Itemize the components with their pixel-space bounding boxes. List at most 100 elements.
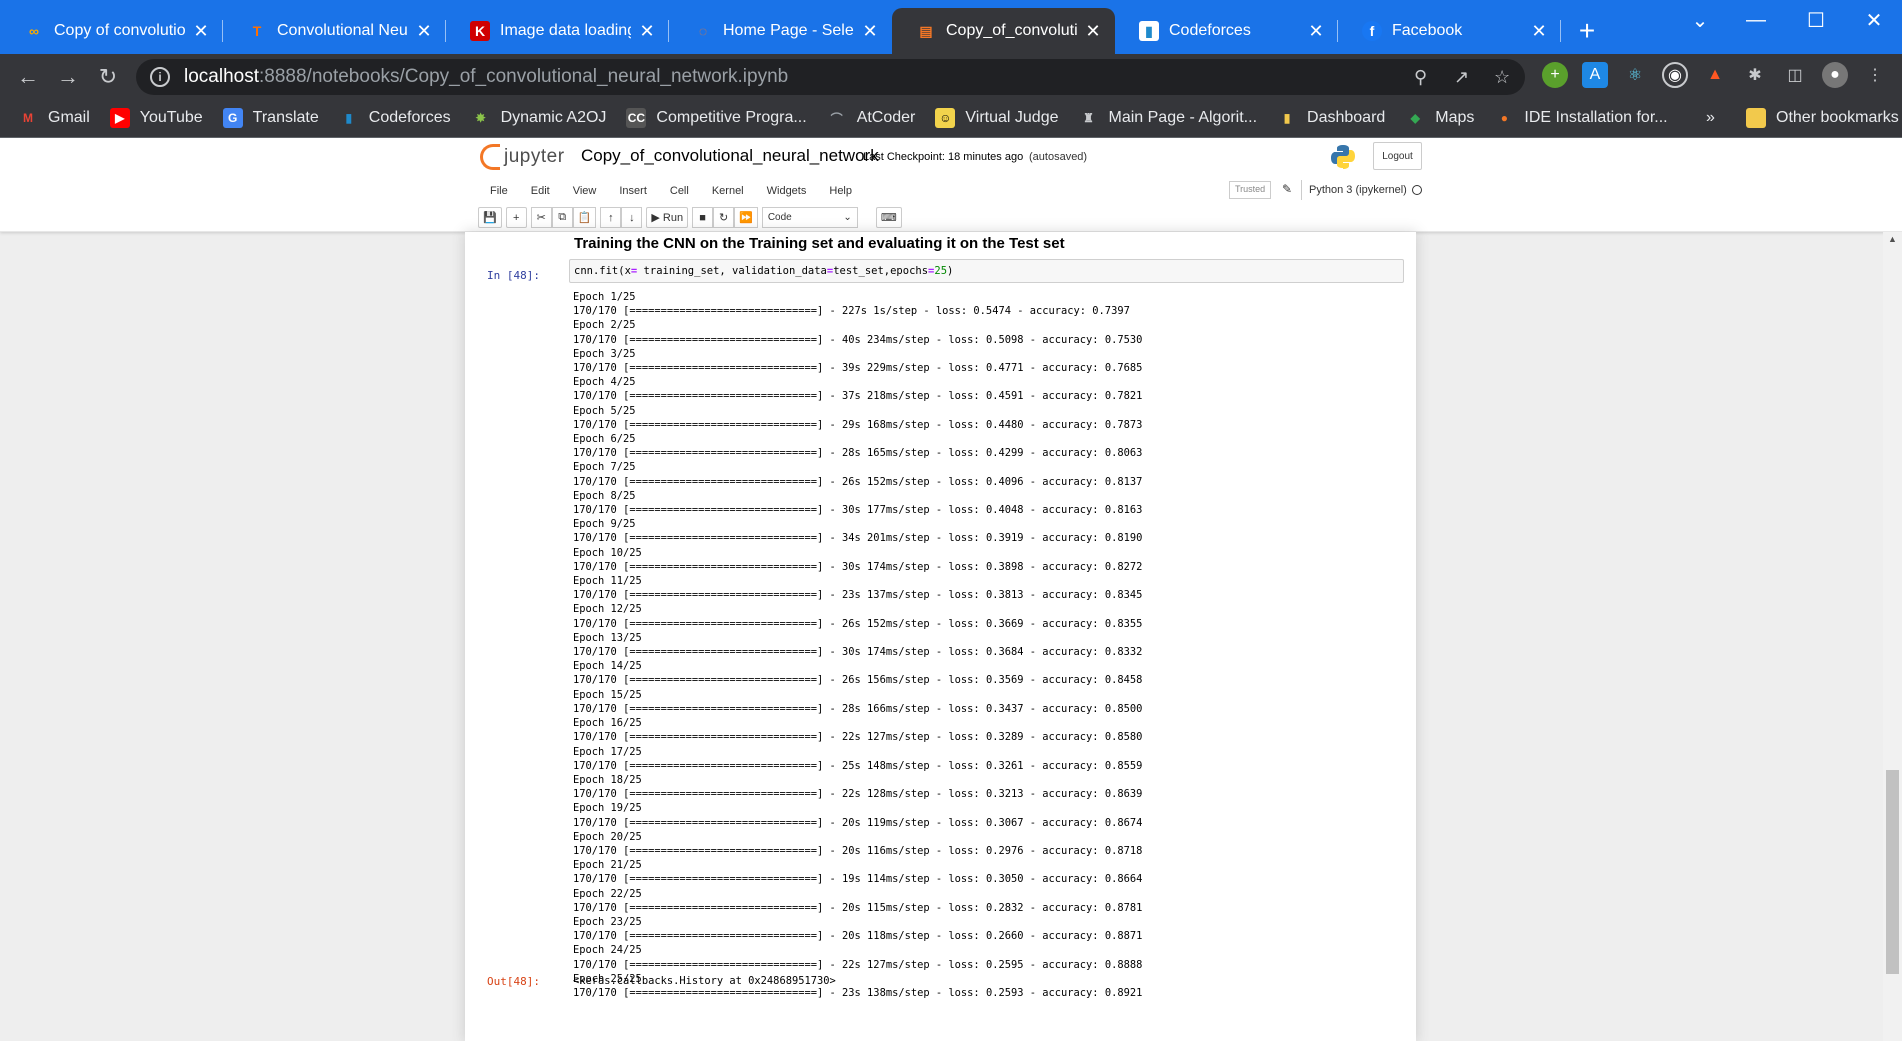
youtube-icon: ▶ [109,108,130,128]
back-arrow-icon[interactable]: ← [8,57,48,97]
maximize-button[interactable]: ☐ [1788,0,1844,40]
browser-tab[interactable]: K Image data loading ✕ [446,8,669,54]
extension-plus-icon[interactable]: + [1542,62,1568,88]
folder-icon [1746,108,1766,128]
extensions-puzzle-icon[interactable]: ✱ [1742,62,1768,88]
bookmark-item[interactable]: ▮ Codeforces [339,108,451,128]
reload-icon[interactable]: ↻ [88,57,128,97]
jupyter-logo[interactable]: jupyter [480,144,565,170]
browser-tab[interactable]: f Facebook ✕ [1338,8,1561,54]
code-input[interactable]: cnn.fit(x= training_set, validation_data… [569,259,1404,283]
extension-translate-icon[interactable]: A [1582,62,1608,88]
close-tab-icon[interactable]: ✕ [1306,21,1326,42]
bookmark-item[interactable]: ♜ Main Page - Algorit... [1079,108,1257,128]
browser-tab[interactable]: ◌ Home Page - Select c ✕ [669,8,892,54]
other-bookmarks-folder[interactable]: Other bookmarks [1746,108,1899,128]
edit-pencil-icon[interactable]: ✎ [1282,182,1292,196]
bookmark-item[interactable]: ● IDE Installation for... [1494,108,1668,128]
copy-icon[interactable]: ⧉ [551,207,573,228]
progress-bar-text: [==============================] [623,333,824,346]
interrupt-icon[interactable]: ■ [692,207,714,228]
address-bar[interactable]: i localhost:8888/notebooks/Copy_of_convo… [136,59,1525,95]
close-tab-icon[interactable]: ✕ [1529,21,1549,42]
close-tab-icon[interactable]: ✕ [414,21,434,42]
bookmark-item[interactable]: ◆ Maps [1405,108,1475,128]
bookmark-star-icon[interactable]: ☆ [1494,67,1510,88]
page-scrollbar[interactable]: ▲ [1883,232,1902,1041]
react-devtools-icon[interactable]: ⚛ [1622,62,1648,88]
menu-cell[interactable]: Cell [658,185,700,197]
step-time: 26s 152ms/step [842,475,930,488]
tab-search-icon[interactable]: ⌄ [1672,0,1728,40]
bookmark-item[interactable]: ✸ Dynamic A2OJ [471,108,607,128]
steps-count: 170/170 [573,731,617,744]
epoch-progress-line: 170/170 [==============================]… [573,674,1143,687]
step-time: 22s 127ms/step [842,731,930,744]
bookmark-item[interactable]: ▮ Dashboard [1277,108,1386,128]
menu-insert[interactable]: Insert [607,185,658,197]
chevron-down-icon: ⌄ [843,212,852,223]
menu-view[interactable]: View [561,185,608,197]
browser-tab[interactable]: ∞ Copy of convolutiona ✕ [0,8,223,54]
browser-tab[interactable]: T Convolutional Neural ✕ [223,8,446,54]
command-palette-icon[interactable]: ⌨ [875,207,902,228]
browser-menu-icon[interactable]: ⋮ [1862,62,1888,88]
share-icon[interactable]: ↗ [1454,67,1469,88]
progress-bar-text: [==============================] [623,589,824,602]
logout-button[interactable]: Logout [1373,142,1422,170]
menu-kernel[interactable]: Kernel [700,185,755,197]
move-down-icon[interactable]: ↓ [621,207,643,228]
loss-value: 0.3261 [985,759,1024,772]
accuracy-value: 0.8664 [1104,873,1143,886]
move-up-icon[interactable]: ↑ [600,207,622,228]
scroll-up-icon[interactable]: ▲ [1883,234,1902,248]
bookmarks-overflow-button[interactable]: » [1706,109,1715,127]
steps-count: 170/170 [573,560,617,573]
forward-arrow-icon[interactable]: → [48,57,88,97]
profile-avatar[interactable]: ● [1822,62,1848,88]
side-panel-icon[interactable]: ◫ [1782,62,1808,88]
scroll-thumb[interactable] [1886,770,1899,974]
bookmark-item[interactable]: M Gmail [18,108,90,128]
accuracy-value: 0.8639 [1104,788,1143,801]
menu-file[interactable]: File [478,185,519,197]
close-tab-icon[interactable]: ✕ [637,21,657,42]
bookmark-item[interactable]: ☺ Virtual Judge [935,108,1059,128]
insert-cell-icon[interactable]: + [505,207,527,228]
close-window-button[interactable]: ✕ [1846,0,1902,40]
bookmark-item[interactable]: ▶ YouTube [109,108,203,128]
bookmark-label: Codeforces [368,109,451,126]
run-button[interactable]: ▶ Run [646,207,689,228]
loss-value: 0.3437 [985,702,1024,715]
menu-help[interactable]: Help [817,185,863,197]
cell-type-select[interactable]: Code ⌄ [761,207,858,228]
bookmark-item[interactable]: G Translate [222,108,319,128]
restart-run-all-icon[interactable]: ⏩ [734,207,758,228]
cut-icon[interactable]: ✂ [530,207,552,228]
trusted-indicator[interactable]: Trusted [1229,181,1272,199]
new-tab-button[interactable]: + [1567,8,1607,54]
kernel-separator [1301,180,1302,200]
restart-icon[interactable]: ↻ [713,207,735,228]
close-tab-icon[interactable]: ✕ [1083,21,1103,42]
extension-target-icon[interactable]: ◉ [1662,62,1688,88]
cp-icon: CC [626,108,647,128]
kernel-name[interactable]: Python 3 (ipykernel) [1309,184,1407,196]
bookmark-label: Virtual Judge [965,109,1059,126]
bookmark-item[interactable]: ⌒ AtCoder [827,108,916,128]
minimize-button[interactable]: — [1728,0,1784,40]
paste-icon[interactable]: 📋 [572,207,597,228]
loss-value: 0.3684 [985,646,1024,659]
menu-edit[interactable]: Edit [519,185,561,197]
zoom-icon[interactable]: ⚲ [1414,67,1427,88]
browser-tab[interactable]: ▮ Codeforces ✕ [1115,8,1338,54]
notebook-name[interactable]: Copy_of_convolutional_neural_network [581,146,879,166]
extension-lighthouse-icon[interactable]: ▲ [1702,62,1728,88]
menu-widgets[interactable]: Widgets [755,185,818,197]
close-tab-icon[interactable]: ✕ [191,21,211,42]
save-icon[interactable]: 💾 [478,207,502,228]
close-tab-icon[interactable]: ✕ [860,21,880,42]
site-info-icon[interactable]: i [150,67,170,87]
bookmark-item[interactable]: CC Competitive Progra... [626,108,807,128]
browser-tab[interactable]: ▤ Copy_of_convolution ✕ [892,8,1115,54]
